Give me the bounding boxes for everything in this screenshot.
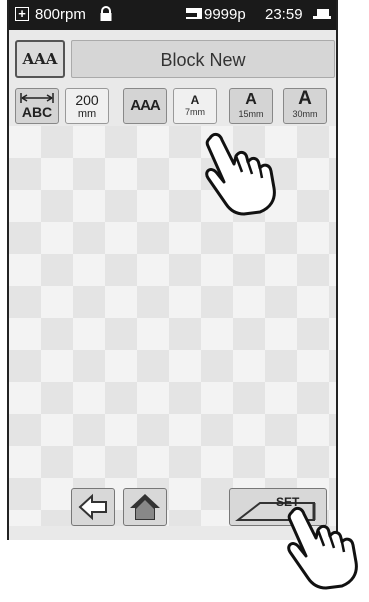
plus-icon: +: [15, 7, 29, 21]
usb-icon: [313, 9, 331, 19]
size-large-letter: A: [298, 88, 312, 109]
width-unit: mm: [77, 108, 97, 120]
width-value: 200: [75, 92, 99, 108]
size-large-label: 30mm: [292, 109, 318, 119]
spacing-arrow-icon: [20, 93, 54, 103]
char-style-button[interactable]: AAA: [123, 88, 167, 124]
style-label: AAA: [130, 97, 161, 114]
pattern-row: AAA Block New: [9, 38, 336, 80]
clock: 23:59: [265, 6, 303, 23]
hand-pointer-icon: [287, 506, 358, 590]
lock-icon: [100, 6, 112, 21]
speed-readout: 800rpm: [35, 6, 86, 23]
hand-pointer-icon: [205, 132, 276, 216]
pattern-name-field[interactable]: Block New: [71, 40, 335, 78]
font-select-button[interactable]: AAA: [15, 40, 65, 78]
home-button[interactable]: [123, 488, 167, 526]
spacing-label: ABC: [21, 104, 53, 120]
status-bar: + 800rpm 9999p 23:59: [9, 0, 336, 30]
width-button[interactable]: 200 mm: [65, 88, 109, 124]
back-button[interactable]: [71, 488, 115, 526]
back-icon: [78, 493, 107, 521]
size-small-label: 7mm: [185, 107, 205, 117]
home-icon: [130, 494, 160, 520]
char-spacing-button[interactable]: ABC: [15, 88, 59, 124]
sewing-panel-screen: + 800rpm 9999p 23:59 AAA Block New ABC 2…: [7, 0, 338, 540]
machine-icon: [186, 8, 202, 19]
size-small-letter: A: [190, 93, 200, 107]
size-medium-letter: A: [245, 91, 257, 108]
stitch-count: 9999p: [204, 6, 246, 23]
